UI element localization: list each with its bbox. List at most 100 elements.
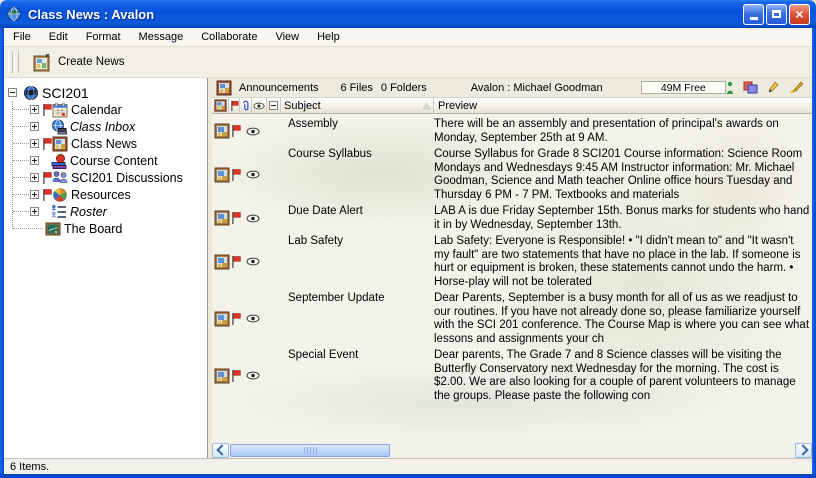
column-flag[interactable]: [229, 98, 240, 113]
menu-message[interactable]: Message: [130, 29, 193, 45]
scrollbar-grip-icon: [304, 447, 317, 454]
folder-info-bar: Announcements 6 Files 0 Folders Avalon :…: [212, 78, 812, 98]
minimize-button[interactable]: [743, 4, 764, 25]
message-subject: Course Syllabus: [288, 147, 430, 202]
file-count: 6 Files: [341, 82, 373, 94]
news-item-icon: [214, 210, 230, 226]
unread-eye-icon[interactable]: [246, 314, 260, 323]
tree-item-label: Resources: [71, 188, 131, 202]
message-row-september-update[interactable]: September Update Dear Parents, September…: [212, 289, 812, 346]
news-item-icon: [214, 123, 230, 139]
tree-item-label: Class Inbox: [70, 120, 135, 134]
close-button[interactable]: ×: [789, 4, 810, 25]
resources-icon: [52, 187, 68, 203]
column-subject[interactable]: Subject: [281, 98, 434, 113]
window-border-bottom: [0, 474, 816, 478]
expand-box-icon[interactable]: [30, 139, 39, 148]
unread-eye-icon[interactable]: [246, 371, 260, 380]
tree-item-label: Roster: [70, 205, 107, 219]
flag-icon: [42, 137, 52, 151]
scroll-left-button[interactable]: [212, 443, 229, 458]
column-collapse-all[interactable]: [267, 98, 281, 113]
menu-edit[interactable]: Edit: [40, 29, 77, 45]
column-attachment[interactable]: [240, 98, 252, 113]
message-subject: September Update: [288, 291, 430, 346]
tree-item-calendar[interactable]: Calendar: [4, 101, 207, 118]
pencil-icon[interactable]: [767, 81, 779, 94]
maximize-button[interactable]: [766, 4, 787, 25]
tree-item-class-inbox[interactable]: Class Inbox: [4, 118, 207, 135]
message-row-special-event[interactable]: Special Event Dear parents, The Grade 7 …: [212, 346, 812, 403]
message-preview: LAB A is due Friday September 15th. Bonu…: [430, 204, 812, 232]
scroll-right-button[interactable]: [795, 443, 812, 458]
expand-box-icon[interactable]: [30, 122, 39, 131]
inbox-icon: [51, 119, 67, 135]
message-row-assembly[interactable]: Assembly There will be an assembly and p…: [212, 115, 812, 145]
tree: SCI201 Calendar Class Inbox: [4, 84, 207, 237]
tree-item-label: Calendar: [71, 103, 122, 117]
pages-icon[interactable]: [743, 81, 758, 94]
app-globe-icon: [6, 6, 22, 22]
announcements-pane: Announcements 6 Files 0 Folders Avalon :…: [212, 78, 812, 458]
tree-item-label: SCI201 Discussions: [71, 171, 183, 185]
expand-box-icon[interactable]: [30, 105, 39, 114]
message-preview: Dear Parents, September is a busy month …: [430, 291, 812, 346]
menu-format[interactable]: Format: [77, 29, 130, 45]
chevron-left-icon: [216, 444, 227, 455]
menu-view[interactable]: View: [266, 29, 308, 45]
unread-eye-icon[interactable]: [246, 214, 260, 223]
flag-icon: [42, 188, 52, 202]
tree-root-sci201[interactable]: SCI201: [4, 84, 207, 101]
toolbar-grip[interactable]: [8, 51, 13, 73]
window-title: Class News : Avalon: [28, 7, 741, 22]
column-item-icon[interactable]: [212, 98, 229, 113]
tree-item-label: Class News: [71, 137, 137, 151]
flag-icon: [231, 312, 241, 326]
unread-eye-icon[interactable]: [246, 257, 260, 266]
menu-help[interactable]: Help: [308, 29, 349, 45]
expand-box-icon[interactable]: [30, 156, 39, 165]
window-border-right: [812, 28, 816, 474]
signature-pen-icon[interactable]: [788, 81, 804, 94]
horizontal-scrollbar[interactable]: [212, 442, 812, 458]
message-row-course-syllabus[interactable]: Course Syllabus Course Syllabus for Grad…: [212, 145, 812, 202]
tree-item-roster[interactable]: Roster: [4, 203, 207, 220]
sci201-globe-icon: [23, 85, 39, 101]
menu-collaborate[interactable]: Collaborate: [192, 29, 266, 45]
server-user: Avalon : Michael Goodman: [471, 82, 603, 94]
menu-file[interactable]: File: [4, 29, 40, 45]
column-preview[interactable]: Preview: [434, 98, 812, 113]
toolbar: Create News: [4, 47, 812, 78]
column-unread[interactable]: [252, 98, 267, 113]
create-news-icon: [33, 53, 52, 72]
who-is-online-icon[interactable]: [726, 81, 734, 95]
message-row-due-date-alert[interactable]: Due Date Alert LAB A is due Friday Septe…: [212, 202, 812, 232]
expand-box-icon[interactable]: [30, 190, 39, 199]
tree-item-resources[interactable]: Resources: [4, 186, 207, 203]
message-preview: There will be an assembly and presentati…: [430, 117, 812, 145]
message-subject: Special Event: [288, 348, 430, 403]
create-news-button[interactable]: Create News: [27, 51, 130, 74]
expand-box-icon[interactable]: [30, 173, 39, 182]
tree-item-course-content[interactable]: Course Content: [4, 152, 207, 169]
unread-eye-icon[interactable]: [246, 170, 260, 179]
message-subject: Lab Safety: [288, 234, 430, 289]
subject-header-label: Subject: [284, 100, 321, 112]
collapse-box-icon[interactable]: [8, 88, 17, 97]
tree-item-the-board[interactable]: The Board: [4, 220, 207, 237]
message-preview: Course Syllabus for Grade 8 SCI201 Cours…: [430, 147, 812, 202]
expand-box-icon[interactable]: [30, 207, 39, 216]
news-icon: [52, 136, 68, 152]
tree-item-sci201-discussions[interactable]: SCI201 Discussions: [4, 169, 207, 186]
tree-item-class-news[interactable]: Class News: [4, 135, 207, 152]
news-item-icon: [214, 254, 230, 270]
flag-icon: [42, 171, 52, 185]
scrollbar-thumb[interactable]: [230, 444, 390, 457]
tree-item-label: The Board: [64, 222, 122, 236]
close-icon: ×: [795, 7, 803, 21]
flag-icon: [231, 124, 241, 138]
window-border-left: [0, 28, 4, 474]
flag-icon: [42, 103, 52, 117]
message-row-lab-safety[interactable]: Lab Safety Lab Safety: Everyone is Respo…: [212, 232, 812, 289]
unread-eye-icon[interactable]: [246, 127, 260, 136]
